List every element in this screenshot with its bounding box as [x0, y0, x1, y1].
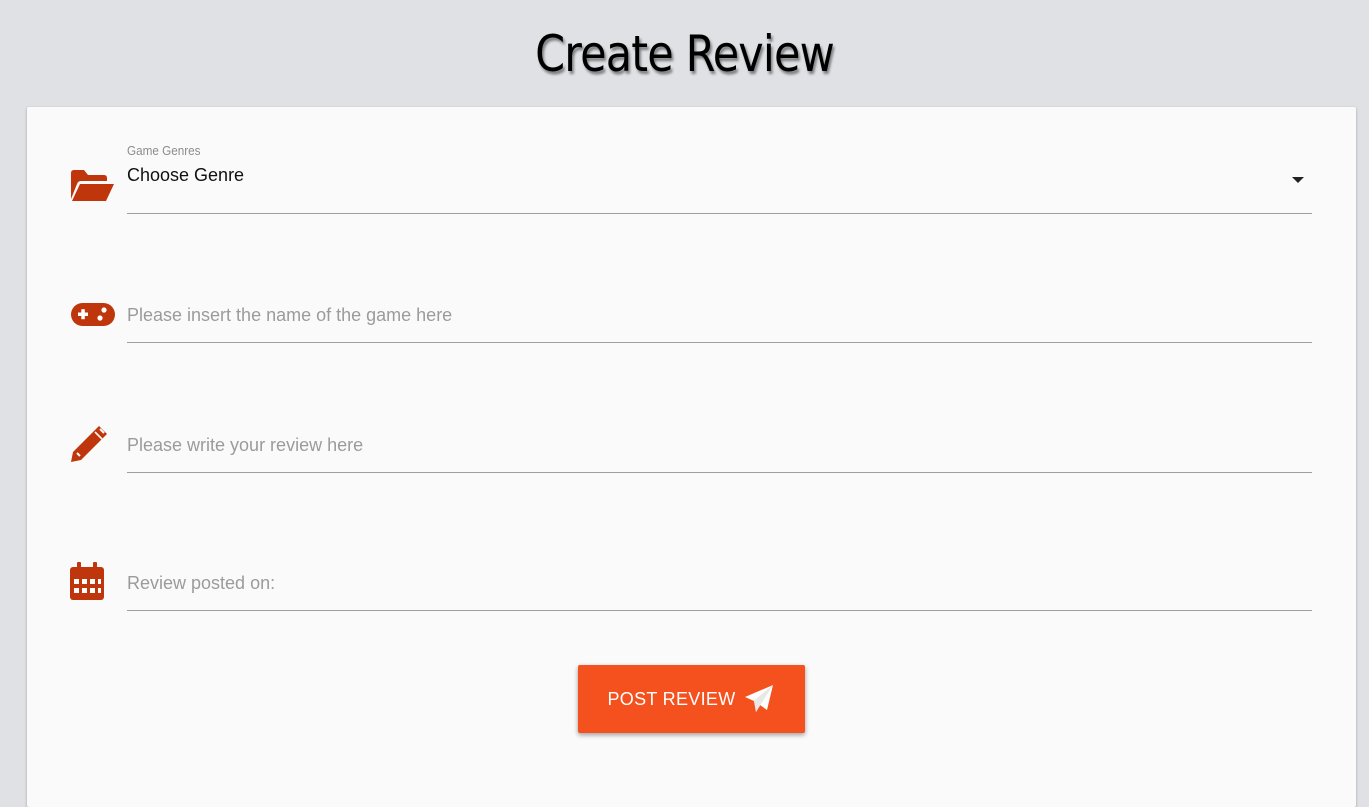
post-review-button[interactable]: POST REVIEW [578, 665, 805, 733]
gamepad-icon [71, 303, 115, 326]
posted-on-input[interactable] [127, 566, 1312, 600]
page-title: Create Review [535, 25, 835, 83]
calendar-icon [70, 562, 104, 600]
paper-plane-icon [744, 685, 773, 712]
folder-open-icon [71, 170, 114, 201]
review-form-card: Game Genres Choose Genre Please insert t… [27, 107, 1356, 807]
pencil-icon [71, 426, 107, 462]
genre-select-label: Game Genres [127, 143, 201, 158]
game-name-underline [127, 342, 1312, 343]
genre-select-underline [127, 213, 1312, 214]
review-underline [127, 472, 1312, 473]
genre-select-value[interactable]: Choose Genre [127, 165, 244, 186]
chevron-down-icon[interactable] [1292, 177, 1304, 183]
posted-on-field [127, 566, 1312, 612]
genre-select[interactable]: Game Genres Choose Genre [127, 143, 1312, 214]
review-input[interactable] [127, 428, 1312, 462]
game-name-field [127, 298, 1312, 344]
post-review-label: POST REVIEW [607, 688, 736, 709]
game-name-input[interactable] [127, 298, 1312, 332]
review-field [127, 428, 1312, 474]
posted-on-underline [127, 610, 1312, 611]
